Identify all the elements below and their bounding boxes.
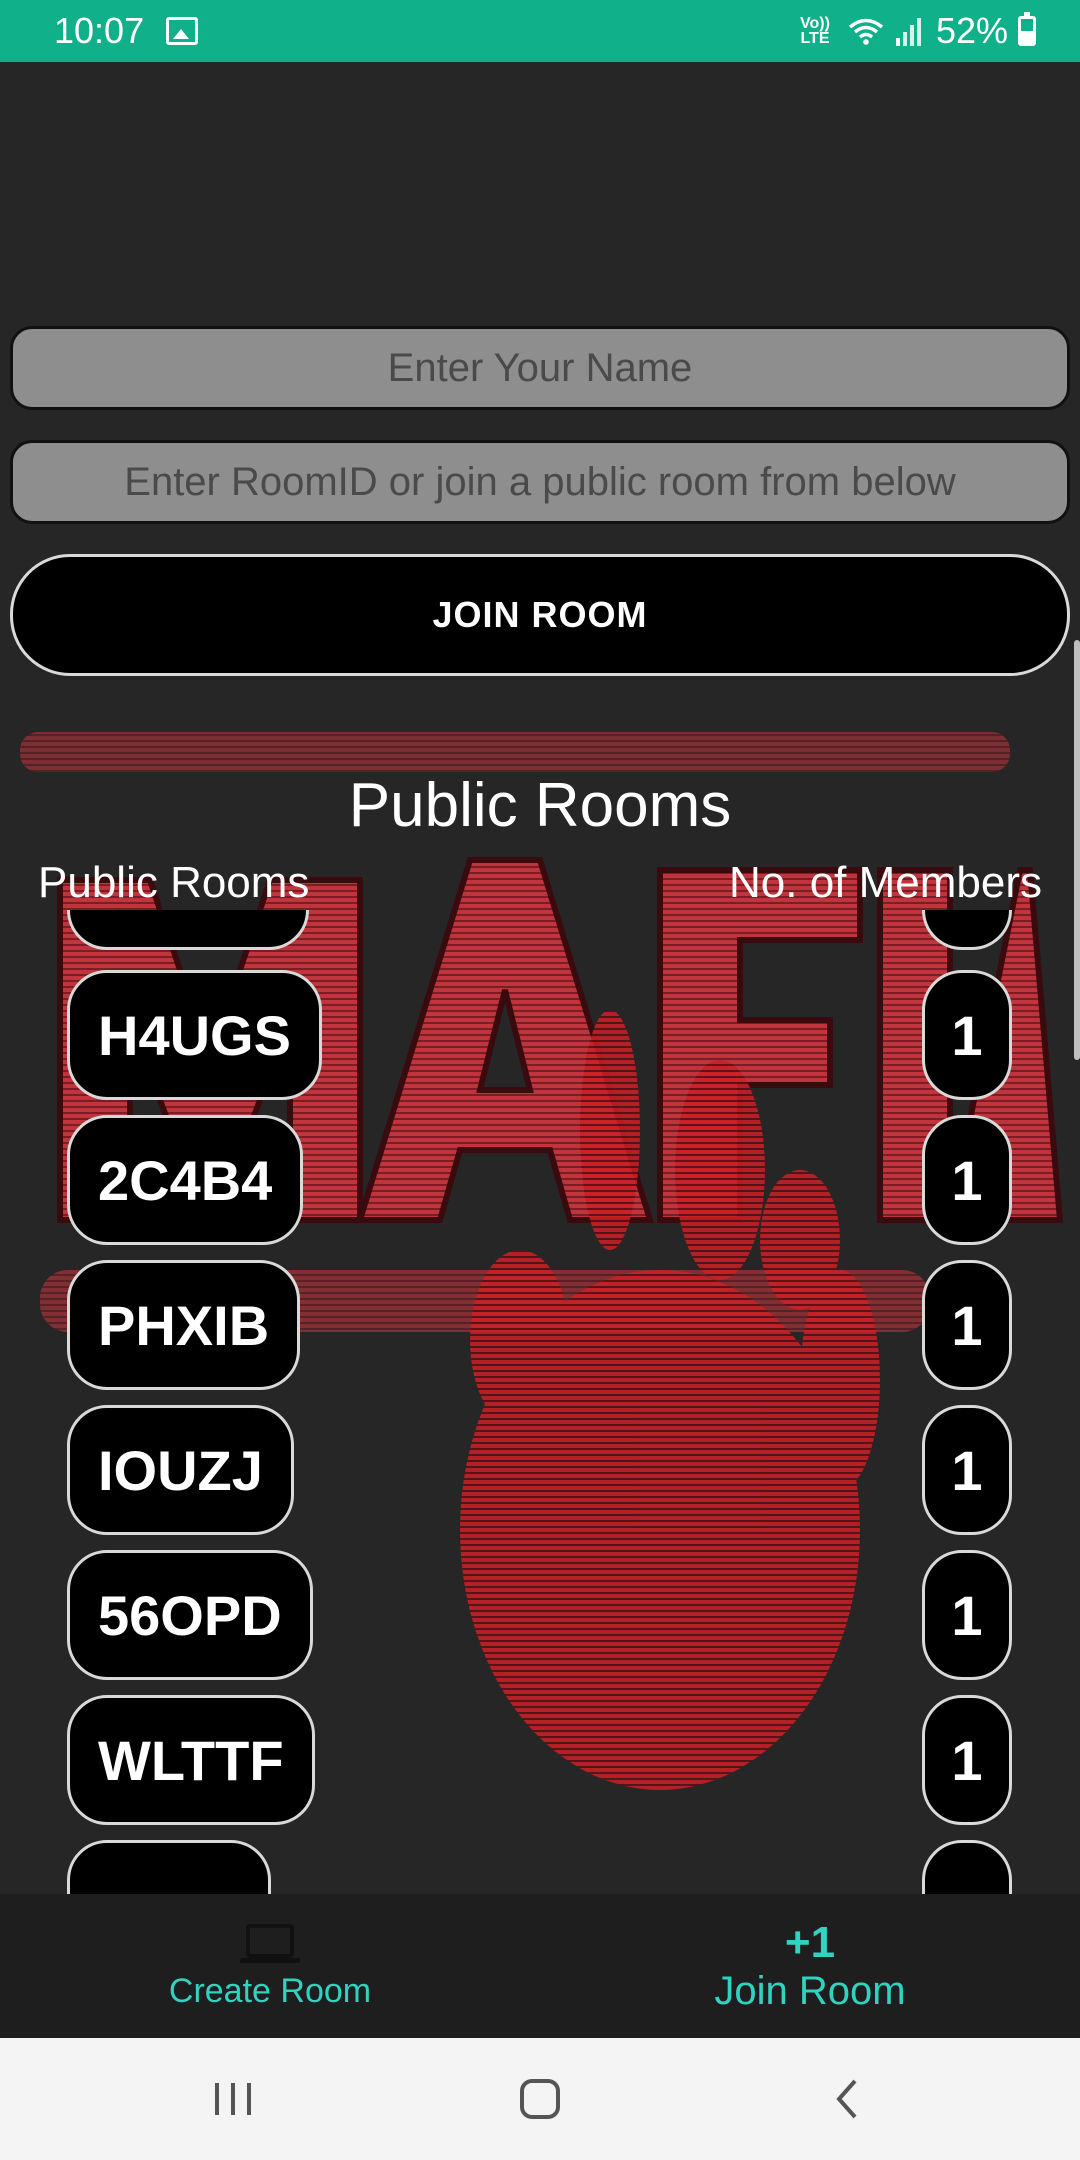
room-row[interactable]: PHXIB 1 [0, 1260, 1080, 1390]
room-row[interactable]: 56OPD 1 [0, 1550, 1080, 1680]
nav-join-room-label: Join Room [714, 1968, 906, 2013]
public-rooms-title: Public Rooms [348, 771, 732, 840]
room-row[interactable] [0, 1840, 1080, 1894]
plus-one-icon: +1 [784, 1917, 836, 1967]
recents-button[interactable] [173, 2059, 293, 2139]
member-count-pill: 1 [922, 1405, 1012, 1535]
battery-icon [1018, 12, 1036, 46]
home-button[interactable] [480, 2059, 600, 2139]
bottom-navigation: Create Room +1 Join Room [0, 1894, 1080, 2038]
join-room-button[interactable]: JOIN ROOM [10, 554, 1070, 676]
column-header-rooms: Public Rooms [38, 858, 310, 907]
volte-indicator: Vo)) LTE [800, 16, 830, 47]
public-room-list[interactable]: H4UGS 1 2C4B4 1 PHXIB 1 IOUZJ 1 56OPD 1 … [0, 910, 1080, 1894]
member-count-pill [922, 1840, 1012, 1894]
room-id-pill[interactable]: WLTTF [67, 1695, 315, 1825]
laptop-icon [240, 1923, 300, 1963]
member-count-pill [922, 910, 1012, 950]
room-id-pill[interactable]: 2C4B4 [67, 1115, 304, 1245]
member-count-pill: 1 [922, 1115, 1012, 1245]
room-id-pill[interactable]: IOUZJ [67, 1405, 294, 1535]
room-row[interactable]: WLTTF 1 [0, 1695, 1080, 1825]
member-count-pill: 1 [922, 1550, 1012, 1680]
back-button[interactable] [787, 2059, 907, 2139]
signal-icon [895, 18, 921, 46]
status-bar: 10:07 Vo)) LTE 52% [0, 0, 1080, 62]
gallery-icon [166, 17, 199, 45]
battery-percentage: 52% [935, 10, 1008, 51]
wifi-icon [848, 18, 884, 45]
scrollbar[interactable] [1074, 640, 1080, 1060]
room-id-input[interactable] [10, 440, 1070, 524]
column-header-members: No. of Members [729, 858, 1042, 907]
room-id-pill[interactable] [67, 910, 309, 950]
room-row[interactable]: IOUZJ 1 [0, 1405, 1080, 1535]
room-id-pill[interactable] [67, 1840, 271, 1894]
room-id-pill[interactable]: 56OPD [67, 1550, 313, 1680]
system-navigation-bar [0, 2038, 1080, 2160]
room-row[interactable]: 2C4B4 1 [0, 1115, 1080, 1245]
room-id-pill[interactable]: H4UGS [67, 970, 322, 1100]
nav-join-room[interactable]: +1 Join Room [540, 1894, 1080, 2038]
member-count-pill: 1 [922, 1260, 1012, 1390]
name-input[interactable] [10, 326, 1070, 410]
room-row[interactable]: H4UGS 1 [0, 970, 1080, 1100]
volte-line-2: LTE [800, 30, 830, 47]
room-row[interactable] [0, 910, 1080, 950]
recents-icon [215, 2083, 252, 2115]
room-id-pill[interactable]: PHXIB [67, 1260, 301, 1390]
back-icon [835, 2079, 857, 2119]
nav-create-room[interactable]: Create Room [0, 1894, 540, 2038]
status-time: 10:07 [54, 10, 145, 51]
member-count-pill: 1 [922, 1695, 1012, 1825]
nav-create-room-label: Create Room [168, 1971, 372, 2010]
home-icon [519, 2079, 560, 2119]
member-count-pill: 1 [922, 970, 1012, 1100]
